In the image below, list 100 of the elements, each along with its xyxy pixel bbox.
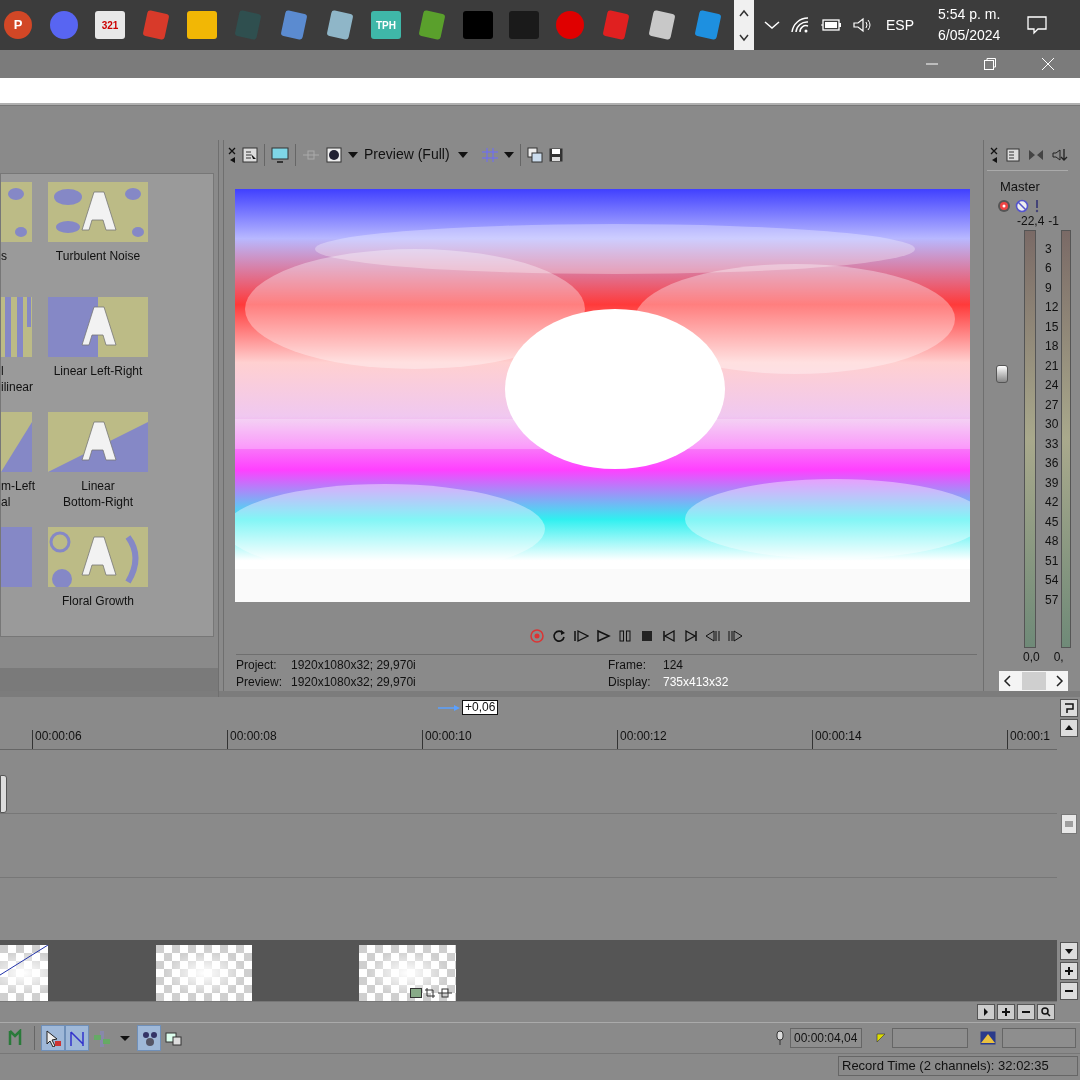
peak-readout: -22,4 (1017, 213, 1045, 228)
meter-scale-label: 15 (1044, 318, 1060, 336)
properties-icon[interactable] (1006, 148, 1020, 163)
scroll-down-icon[interactable] (738, 33, 750, 42)
transition-thumbnail[interactable] (1, 297, 32, 357)
transition-thumbnail[interactable] (1, 527, 32, 587)
horizontal-scrollbar[interactable] (999, 671, 1068, 691)
dropdown-arrow-icon (120, 1035, 130, 1041)
pointer-icon (44, 1029, 62, 1047)
tool-button[interactable] (41, 1025, 65, 1051)
mute-icon[interactable] (1015, 198, 1029, 213)
meter-scale-label: 21 (1044, 357, 1060, 375)
meter-scale-label: 36 (1044, 455, 1060, 473)
transition-label: m-Left al (1, 478, 35, 510)
scroll-left-icon[interactable] (1003, 675, 1011, 688)
scrollbar-thumb[interactable] (1021, 672, 1046, 691)
loop-icon[interactable] (550, 627, 567, 644)
transition-label: Linear Left-Right (53, 363, 143, 379)
scrollbar-thumb[interactable] (1060, 814, 1077, 834)
overlay-icon[interactable] (326, 146, 342, 163)
transition-label: s (1, 248, 7, 264)
pan-icon[interactable] (438, 988, 452, 998)
ruler-time-label: 00:00:1 (1010, 730, 1051, 743)
cursor-time-field[interactable]: 00:00:04,04 (790, 1028, 862, 1048)
chevron-up-icon[interactable] (764, 20, 780, 30)
previous-frame-icon[interactable] (704, 627, 721, 644)
envelope-icon (68, 1029, 86, 1047)
transition-thumbnail[interactable] (48, 297, 148, 357)
marker-flag-icon[interactable] (1063, 703, 1074, 713)
pause-icon[interactable] (616, 627, 633, 644)
go-to-end-icon[interactable] (682, 627, 699, 644)
monitor-icon[interactable] (271, 146, 289, 163)
transition-thumbnail[interactable] (48, 412, 148, 472)
meter-scale-label: 33 (1044, 435, 1060, 453)
meter-scale-label: 27 (1044, 396, 1060, 414)
event-fx-icon[interactable] (410, 988, 422, 998)
meter-scale-label: 12 (1044, 299, 1060, 317)
snap-icon (92, 1029, 110, 1047)
info-label: Preview: (236, 674, 283, 691)
language-indicator[interactable]: ESP (886, 14, 914, 36)
play-icon[interactable] (594, 627, 611, 644)
solo-icon[interactable] (1033, 198, 1041, 213)
meter-scale-label: 3 (1044, 240, 1053, 258)
clip-thumbnail[interactable] (0, 945, 48, 1001)
maximize-icon[interactable] (984, 58, 996, 70)
zoom-in-icon[interactable] (1063, 966, 1074, 976)
clip-thumbnail[interactable] (359, 945, 456, 1001)
transition-thumbnail[interactable] (48, 527, 148, 587)
preview-quality-dropdown[interactable]: Preview (Full) (364, 144, 468, 166)
scroll-down-icon[interactable] (1063, 946, 1074, 956)
search-icon[interactable] (1040, 1005, 1052, 1018)
go-to-start-icon[interactable] (660, 627, 677, 644)
transition-label: Turbulent Noise (55, 248, 141, 264)
selection-start-field[interactable] (892, 1028, 968, 1048)
clock[interactable]: 5:54 p. m. 6/05/2024 (938, 4, 1001, 46)
selection-start-icon (876, 1033, 886, 1043)
copy-snapshot-icon[interactable] (526, 146, 543, 163)
close-pane-icon[interactable] (228, 146, 236, 163)
notification-icon[interactable] (1026, 15, 1049, 35)
scroll-up-icon[interactable] (1063, 723, 1074, 733)
ruler-time-label: 00:00:06 (35, 730, 82, 743)
clip-thumbnail[interactable] (156, 945, 252, 1001)
app-icon[interactable]: P (2, 9, 34, 41)
meter-scale-label: 6 (1044, 260, 1053, 278)
dropdown-arrow-icon[interactable] (503, 151, 514, 158)
peak-readout: 0,0 (1023, 648, 1040, 666)
ruler-time-label: 00:00:12 (620, 730, 667, 743)
zoom-in-icon[interactable] (1000, 1005, 1012, 1018)
transition-thumbnail[interactable] (48, 182, 148, 242)
tool-button[interactable] (137, 1025, 161, 1051)
selection-length-field[interactable] (1002, 1028, 1076, 1048)
transition-thumbnail[interactable] (1, 182, 32, 242)
meter-scale-label: 45 (1044, 513, 1060, 531)
dropdown-arrow-icon[interactable] (348, 151, 358, 158)
app-icon[interactable]: 321 (94, 9, 126, 41)
info-value: 1920x1080x32; 29,970i (291, 657, 416, 674)
dim-output-icon[interactable] (1052, 148, 1068, 163)
close-pane-icon[interactable] (990, 147, 998, 164)
info-value: 735x413x32 (663, 674, 729, 691)
fx-icon[interactable] (997, 198, 1011, 213)
next-frame-icon[interactable] (726, 627, 743, 644)
clip-edge (0, 775, 7, 813)
info-value: 124 (663, 657, 684, 674)
properties-icon[interactable] (242, 146, 258, 163)
grip-icon (1064, 821, 1073, 827)
wifi-icon[interactable] (790, 16, 810, 34)
play-from-start-icon[interactable] (572, 627, 589, 644)
master-label: Master (999, 178, 1041, 197)
peak-readout: 0, (1053, 648, 1064, 666)
battery-icon[interactable] (820, 18, 842, 32)
transition-label: l ilinear (1, 363, 33, 395)
scroll-up-icon[interactable] (738, 8, 750, 17)
downmix-icon[interactable] (1028, 149, 1044, 162)
tool-button[interactable] (65, 1025, 89, 1051)
save-icon[interactable] (548, 147, 563, 162)
scroll-right-icon[interactable] (1056, 675, 1064, 688)
fader-handle[interactable] (996, 364, 1008, 383)
speaker-icon[interactable] (852, 17, 872, 33)
close-icon[interactable] (1042, 58, 1054, 70)
transition-thumbnail[interactable] (1, 412, 32, 472)
